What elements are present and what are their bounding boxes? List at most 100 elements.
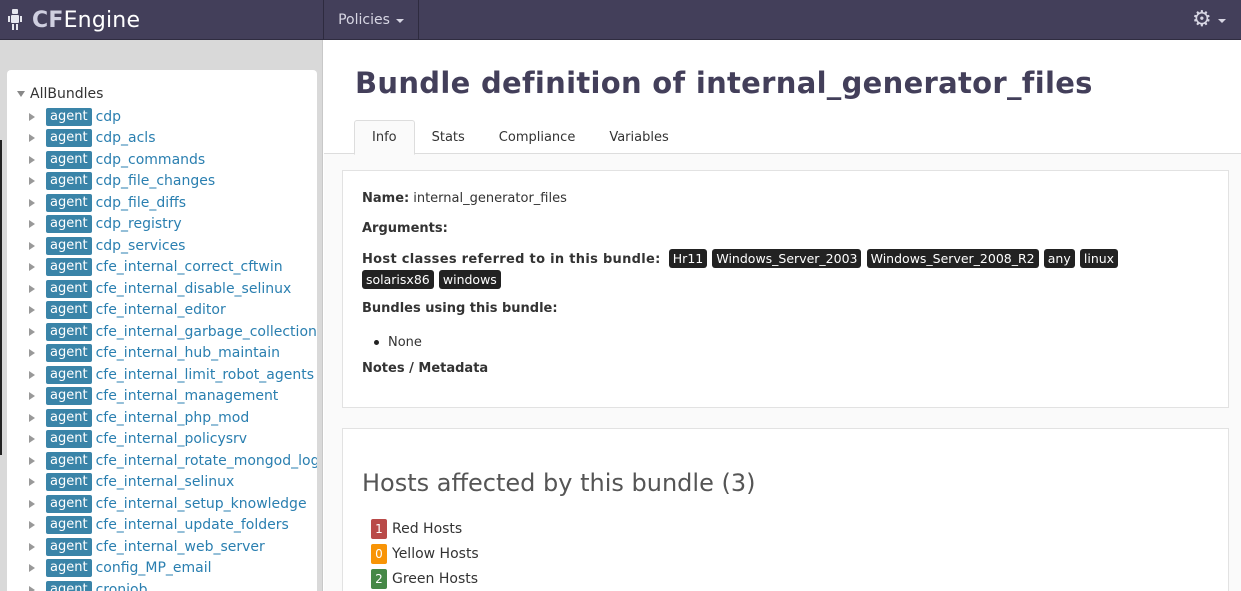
tab-stats[interactable]: Stats: [415, 120, 482, 154]
class-badge: Windows_Server_2003: [712, 249, 862, 268]
agent-badge: agent: [46, 344, 92, 363]
bundle-link[interactable]: cdp_commands: [96, 152, 206, 168]
bundle-item[interactable]: agent cfe_internal_web_server: [29, 536, 317, 558]
bundle-item[interactable]: agent cfe_internal_update_folders: [29, 515, 317, 537]
yellow-hosts-link[interactable]: 0 Yellow Hosts: [371, 544, 479, 564]
agent-badge: agent: [46, 107, 92, 126]
arguments-row: Arguments:: [362, 221, 452, 236]
settings-menu[interactable]: ⚙: [1192, 8, 1232, 32]
tab-info[interactable]: Info: [354, 120, 415, 155]
bundle-link[interactable]: cfe_internal_selinux: [96, 474, 235, 490]
expand-right-icon[interactable]: [29, 306, 35, 315]
tab-bar: Info Stats Compliance Variables: [354, 120, 686, 155]
expand-right-icon[interactable]: [29, 241, 35, 250]
bundle-link[interactable]: cfe_internal_disable_selinux: [96, 281, 292, 297]
bundle-link[interactable]: cfe_internal_web_server: [96, 539, 265, 555]
green-hosts-link[interactable]: 2 Green Hosts: [371, 569, 478, 589]
expand-right-icon[interactable]: [29, 327, 35, 336]
bundle-item[interactable]: agent cfe_internal_management: [29, 386, 317, 408]
bundle-info-card: Name: internal_generator_files Arguments…: [342, 170, 1229, 408]
bundle-item[interactable]: agent config_MP_email: [29, 558, 317, 580]
expand-right-icon[interactable]: [29, 263, 35, 272]
bundles-using-row: Bundles using this bundle:: [362, 301, 562, 316]
bundle-item[interactable]: agent cfe_internal_hub_maintain: [29, 343, 317, 365]
bundle-link[interactable]: cdp_file_diffs: [96, 195, 187, 211]
bundle-item[interactable]: agent cdp: [29, 106, 317, 128]
chevron-down-icon: [1217, 19, 1226, 23]
bundle-item[interactable]: agent cdp_registry: [29, 214, 317, 236]
expand-right-icon[interactable]: [29, 220, 35, 229]
tree-root-allbundles[interactable]: AllBundles: [17, 86, 103, 102]
agent-badge: agent: [46, 258, 92, 277]
bundle-link[interactable]: cfe_internal_update_folders: [96, 517, 289, 533]
expand-right-icon[interactable]: [29, 542, 35, 551]
host-classes-row: Host classes referred to in this bundle:…: [362, 249, 1162, 291]
expand-right-icon[interactable]: [29, 349, 35, 358]
bundle-item[interactable]: agent cdp_commands: [29, 149, 317, 171]
bundle-link[interactable]: cdp: [96, 109, 121, 125]
bundle-item[interactable]: agent cfe_internal_editor: [29, 300, 317, 322]
bundle-link[interactable]: cfe_internal_management: [96, 388, 279, 404]
expand-right-icon[interactable]: [29, 499, 35, 508]
expand-right-icon[interactable]: [29, 155, 35, 164]
expand-right-icon[interactable]: [29, 370, 35, 379]
red-hosts-label: Red Hosts: [392, 521, 463, 537]
expand-right-icon[interactable]: [29, 413, 35, 422]
agent-badge: agent: [46, 322, 92, 341]
bundle-link[interactable]: cfe_internal_php_mod: [96, 410, 250, 426]
expand-right-icon[interactable]: [29, 177, 35, 186]
bundle-link[interactable]: cronjob: [96, 582, 148, 591]
bundle-item[interactable]: agent cdp_services: [29, 235, 317, 257]
bundle-link[interactable]: cfe_internal_limit_robot_agents: [96, 367, 314, 383]
bundle-link[interactable]: cdp_file_changes: [96, 173, 216, 189]
bundle-item[interactable]: agent cronjob: [29, 579, 317, 591]
bundle-item[interactable]: agent cdp_file_diffs: [29, 192, 317, 214]
expand-right-icon[interactable]: [29, 564, 35, 573]
bundle-item[interactable]: agent cfe_internal_correct_cftwin: [29, 257, 317, 279]
bundle-item[interactable]: agent cdp_acls: [29, 128, 317, 150]
bundle-link[interactable]: cdp_registry: [96, 216, 182, 232]
bundle-link[interactable]: cdp_services: [96, 238, 186, 254]
policies-menu[interactable]: Policies: [324, 0, 418, 40]
bundle-link[interactable]: cfe_internal_garbage_collection: [96, 324, 317, 340]
bundle-item[interactable]: agent cfe_internal_php_mod: [29, 407, 317, 429]
bundle-link[interactable]: cfe_internal_rotate_mongod_log: [96, 453, 317, 469]
expand-right-icon[interactable]: [29, 112, 35, 121]
expand-down-icon[interactable]: [17, 91, 25, 97]
expand-right-icon[interactable]: [29, 478, 35, 487]
tab-variables[interactable]: Variables: [592, 120, 685, 154]
class-badge: linux: [1079, 249, 1119, 268]
bundle-link[interactable]: cfe_internal_setup_knowledge: [96, 496, 307, 512]
brand-name: CFEngine: [32, 7, 141, 33]
bundle-link[interactable]: cfe_internal_hub_maintain: [96, 345, 280, 361]
bundle-item[interactable]: agent cfe_internal_setup_knowledge: [29, 493, 317, 515]
bundles-using-label: Bundles using this bundle:: [362, 301, 558, 316]
nav-divider: [418, 0, 419, 40]
expand-right-icon[interactable]: [29, 521, 35, 530]
cfengine-logo[interactable]: CFEngine: [8, 7, 140, 33]
bundle-item[interactable]: agent cfe_internal_policysrv: [29, 429, 317, 451]
bundle-item[interactable]: agent cfe_internal_disable_selinux: [29, 278, 317, 300]
agent-badge: agent: [46, 387, 92, 406]
expand-right-icon[interactable]: [29, 134, 35, 143]
expand-right-icon[interactable]: [29, 284, 35, 293]
agent-badge: agent: [46, 279, 92, 298]
bundle-link[interactable]: cfe_internal_editor: [96, 302, 226, 318]
bundle-link[interactable]: cfe_internal_policysrv: [96, 431, 248, 447]
agent-badge: agent: [46, 430, 92, 449]
expand-right-icon[interactable]: [29, 198, 35, 207]
bundle-link[interactable]: cfe_internal_correct_cftwin: [96, 259, 283, 275]
expand-right-icon[interactable]: [29, 435, 35, 444]
bundle-link[interactable]: cdp_acls: [96, 130, 156, 146]
expand-right-icon[interactable]: [29, 456, 35, 465]
bundle-item[interactable]: agent cfe_internal_rotate_mongod_log: [29, 450, 317, 472]
expand-right-icon[interactable]: [29, 392, 35, 401]
bundle-link[interactable]: config_MP_email: [96, 560, 212, 576]
bundle-item[interactable]: agent cfe_internal_selinux: [29, 472, 317, 494]
red-hosts-link[interactable]: 1 Red Hosts: [371, 519, 462, 539]
expand-right-icon[interactable]: [29, 585, 35, 591]
bundle-item[interactable]: agent cfe_internal_limit_robot_agents: [29, 364, 317, 386]
bundle-item[interactable]: agent cdp_file_changes: [29, 171, 317, 193]
tab-compliance[interactable]: Compliance: [482, 120, 593, 154]
bundle-item[interactable]: agent cfe_internal_garbage_collection: [29, 321, 317, 343]
